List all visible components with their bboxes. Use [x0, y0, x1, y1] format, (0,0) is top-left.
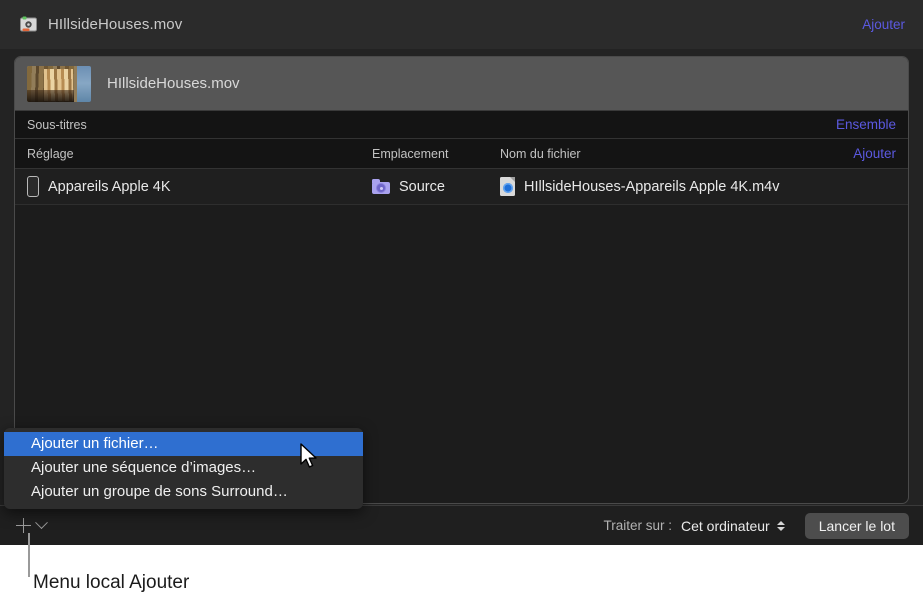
start-batch-button[interactable]: Lancer le lot	[805, 513, 909, 539]
setting-name: Appareils Apple 4K	[48, 179, 171, 195]
chevron-down-icon	[35, 516, 48, 529]
compressor-window: HIllsideHouses.mov Ajouter HIllsideHouse…	[0, 0, 923, 545]
column-header-setting: Réglage	[27, 147, 372, 161]
bottom-toolbar: Traiter sur : Cet ordinateur Lancer le l…	[0, 505, 923, 545]
callout-leader-line	[28, 533, 30, 577]
menu-item-add-file[interactable]: Ajouter un fichier…	[4, 432, 363, 456]
column-header-row: Réglage Emplacement Nom du fichier Ajout…	[15, 139, 908, 169]
job-name: HIllsideHouses.mov	[107, 75, 240, 92]
table-row[interactable]: Appareils Apple 4K Source HIllsideHouses…	[15, 169, 908, 205]
process-on-label: Traiter sur :	[603, 518, 672, 533]
subtitles-row[interactable]: Sous-titres Ensemble	[15, 111, 908, 139]
menu-item-add-image-sequence[interactable]: Ajouter une séquence d’images…	[4, 456, 363, 480]
settings-folder-icon	[372, 179, 390, 194]
process-on-popup[interactable]: Cet ordinateur	[681, 518, 785, 534]
job-header-row[interactable]: HIllsideHouses.mov	[15, 57, 908, 111]
callout-label: Menu local Ajouter	[33, 572, 189, 594]
process-on-value: Cet ordinateur	[681, 518, 770, 534]
menu-item-add-surround-sound-group[interactable]: Ajouter un groupe de sons Surround…	[4, 480, 363, 504]
window-titlebar: HIllsideHouses.mov Ajouter	[0, 0, 923, 49]
add-popup-button[interactable]	[16, 518, 46, 533]
video-thumbnail	[27, 66, 91, 102]
titlebar-add-link[interactable]: Ajouter	[862, 17, 905, 32]
output-filename: HIllsideHouses-Appareils Apple 4K.m4v	[524, 179, 780, 195]
column-header-filename: Nom du fichier	[500, 147, 853, 161]
up-down-arrows-icon	[777, 521, 785, 531]
apple-device-icon	[27, 176, 39, 197]
window-title: HIllsideHouses.mov	[48, 16, 182, 33]
column-header-location: Emplacement	[372, 147, 500, 161]
plus-icon	[16, 518, 31, 533]
location-name: Source	[399, 179, 445, 195]
subtitles-label: Sous-titres	[27, 118, 87, 132]
subtitles-ensemble-link[interactable]: Ensemble	[836, 117, 896, 132]
column-header-add-link[interactable]: Ajouter	[853, 146, 896, 161]
movie-file-icon	[500, 177, 515, 196]
add-popup-menu: Ajouter un fichier… Ajouter une séquence…	[4, 428, 363, 509]
compressor-document-icon	[18, 14, 39, 35]
